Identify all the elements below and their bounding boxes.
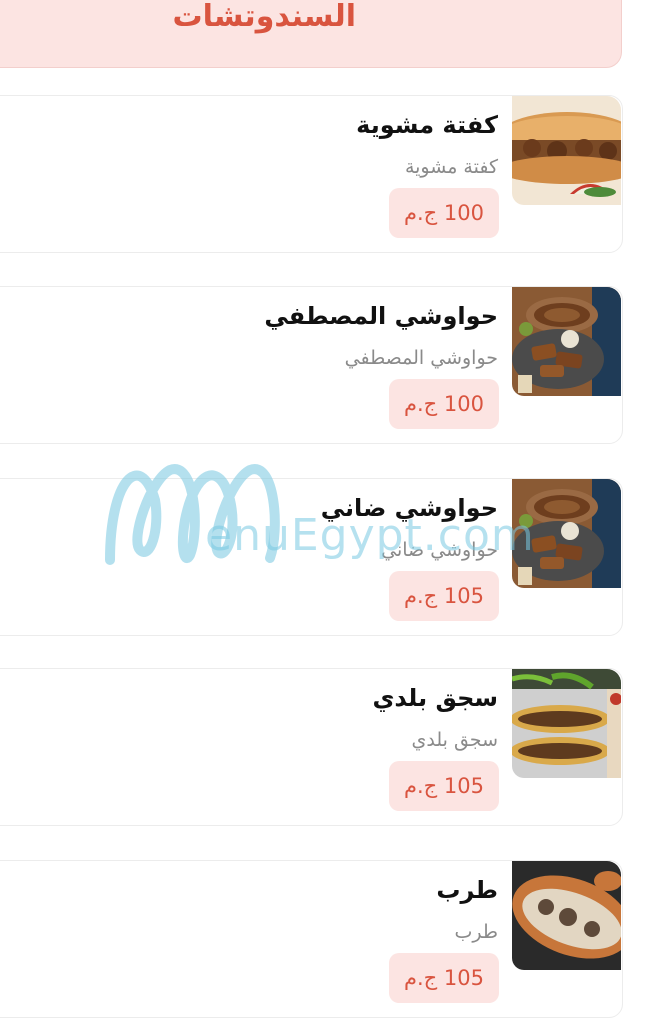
item-name: طرب — [436, 876, 498, 904]
item-description: سجق بلدي — [411, 729, 499, 751]
item-name: حواوشي المصطفي — [264, 302, 498, 330]
menu-item-card[interactable]: سجق بلدي سجق بلدي 105 ج.م — [0, 668, 623, 826]
menu-page: السندوتشات كفتة مشوية كفتة مشوية 100 ج.م — [0, 0, 650, 1020]
menu-item-card[interactable]: طرب طرب 105 ج.م — [0, 860, 623, 1018]
price-badge: 105 ج.م — [389, 571, 499, 621]
item-description: حواوشي ضاني — [381, 539, 498, 561]
tarb-sandwich-image — [512, 861, 621, 970]
item-name: سجق بلدي — [372, 684, 498, 712]
item-description: حواوشي المصطفي — [344, 347, 498, 369]
item-description: طرب — [454, 921, 499, 943]
price-badge: 100 ج.م — [389, 188, 499, 238]
hawawshi-plate-image — [512, 287, 621, 396]
category-header[interactable]: السندوتشات — [0, 0, 622, 68]
menu-item-card[interactable]: حواوشي ضاني حواوشي ضاني 105 ج.م — [0, 478, 623, 636]
menu-item-card[interactable]: كفتة مشوية كفتة مشوية 100 ج.م — [0, 95, 623, 253]
category-title: السندوتشات — [172, 0, 356, 34]
kofta-sandwich-image — [512, 96, 621, 205]
price-badge: 105 ج.م — [389, 761, 499, 811]
sausage-sandwich-image — [512, 669, 621, 778]
price-badge: 105 ج.م — [389, 953, 499, 1003]
item-name: حواوشي ضاني — [320, 494, 498, 522]
item-description: كفتة مشوية — [404, 156, 498, 178]
item-name: كفتة مشوية — [356, 111, 498, 139]
hawawshi-plate-image — [512, 479, 621, 588]
menu-item-card[interactable]: حواوشي المصطفي حواوشي المصطفي 100 ج.م — [0, 286, 623, 444]
price-badge: 100 ج.م — [389, 379, 499, 429]
